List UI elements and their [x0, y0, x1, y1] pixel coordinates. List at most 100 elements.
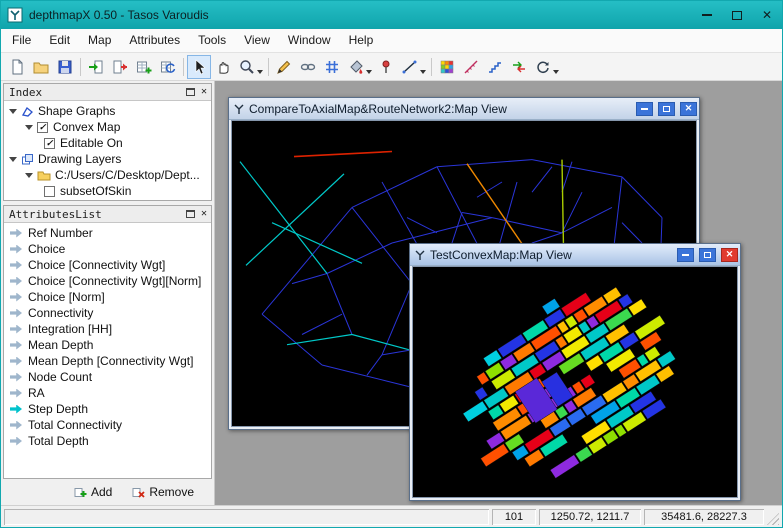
attribute-item[interactable]: Choice: [4, 241, 211, 257]
select-cursor-icon: [191, 59, 207, 75]
resize-grip[interactable]: [767, 513, 779, 525]
attribute-arrow-icon: [10, 341, 22, 350]
child-maximize-button[interactable]: [699, 248, 716, 262]
export-map-button[interactable]: [108, 55, 132, 79]
toolbar-separator: [431, 58, 432, 76]
menu-view[interactable]: View: [235, 29, 279, 52]
attribute-item[interactable]: Integration [HH]: [4, 321, 211, 337]
link-tool-button[interactable]: [507, 55, 531, 79]
attribute-item[interactable]: Total Connectivity: [4, 417, 211, 433]
tree-item-convex-map[interactable]: ✓ Convex Map: [4, 119, 211, 135]
attribute-arrow-icon: [10, 277, 22, 286]
attribute-item-selected[interactable]: Step Depth: [4, 401, 211, 417]
tree-item-shape-graphs[interactable]: Shape Graphs: [4, 103, 211, 119]
index-close-icon[interactable]: ✕: [201, 87, 207, 97]
chevron-down-icon[interactable]: [9, 109, 17, 114]
tree-item-editable-on[interactable]: ✓ Editable On: [4, 135, 211, 151]
add-icon: [74, 486, 87, 499]
attribute-item[interactable]: Choice [Connectivity Wgt][Norm]: [4, 273, 211, 289]
attribute-item[interactable]: Connectivity: [4, 305, 211, 321]
save-file-button[interactable]: [53, 55, 77, 79]
depthmapx-app-window: depthmapX 0.50 - Tasos Varoudis ✕ File E…: [0, 0, 783, 528]
attributes-close-icon[interactable]: ✕: [201, 209, 207, 219]
menu-edit[interactable]: Edit: [40, 29, 79, 52]
attribute-arrow-icon: [10, 261, 22, 270]
minimize-button[interactable]: [692, 1, 722, 29]
editable-checkbox[interactable]: ✓: [44, 138, 55, 149]
tree-label: Shape Graphs: [38, 104, 115, 118]
attribute-item[interactable]: Mean Depth [Connectivity Wgt]: [4, 353, 211, 369]
zoom-tool-button[interactable]: [235, 55, 259, 79]
add-attribute-button[interactable]: Add: [74, 485, 112, 499]
update-column-button[interactable]: [156, 55, 180, 79]
menu-help[interactable]: Help: [340, 29, 383, 52]
attribute-item[interactable]: RA: [4, 385, 211, 401]
child-minimize-button[interactable]: [636, 102, 653, 116]
drag-tool-button[interactable]: [211, 55, 235, 79]
mdi-workspace: CompareToAxialMap&RouteNetwork2:Map View…: [215, 81, 782, 505]
select-tool-button[interactable]: [187, 55, 211, 79]
child-minimize-button[interactable]: [677, 248, 694, 262]
index-panel-title: Index: [9, 86, 42, 99]
rotate-tool-button[interactable]: [531, 55, 555, 79]
rotate-dropdown-caret[interactable]: [553, 70, 559, 74]
import-map-button[interactable]: [84, 55, 108, 79]
attribute-item[interactable]: Choice [Connectivity Wgt]: [4, 257, 211, 273]
child-close-button[interactable]: ✕: [721, 248, 738, 262]
tree-item-drawing-layers[interactable]: Drawing Layers: [4, 151, 211, 167]
add-column-button[interactable]: [132, 55, 156, 79]
measure-tool-button[interactable]: [459, 55, 483, 79]
attribute-palette-button[interactable]: [435, 55, 459, 79]
new-file-button[interactable]: [5, 55, 29, 79]
child-title-bar[interactable]: CompareToAxialMap&RouteNetwork2:Map View…: [229, 98, 699, 120]
tree-label: subsetOfSkin: [60, 184, 131, 198]
chevron-down-icon[interactable]: [25, 173, 33, 178]
attribute-item[interactable]: Ref Number: [4, 225, 211, 241]
open-file-button[interactable]: [29, 55, 53, 79]
status-count: 101: [492, 509, 536, 525]
zoom-dropdown-caret[interactable]: [257, 70, 263, 74]
attribute-arrow-icon: [10, 389, 22, 398]
menu-map[interactable]: Map: [79, 29, 120, 52]
fill-tool-button[interactable]: [344, 55, 368, 79]
attribute-buttons-row: Add Remove: [3, 479, 212, 503]
index-float-icon[interactable]: [186, 88, 195, 96]
menu-bar: File Edit Map Attributes Tools View Wind…: [1, 29, 782, 53]
child-maximize-button[interactable]: [658, 102, 675, 116]
map-view-window-convex[interactable]: TestConvexMap:Map View ✕: [409, 243, 741, 501]
menu-attributes[interactable]: Attributes: [120, 29, 189, 52]
join-tool-button[interactable]: [296, 55, 320, 79]
tree-label: Drawing Layers: [38, 152, 121, 166]
pencil-icon: [276, 59, 292, 75]
convex-map-canvas[interactable]: [412, 266, 738, 498]
chevron-down-icon[interactable]: [25, 125, 33, 130]
menu-window[interactable]: Window: [279, 29, 340, 52]
attribute-item[interactable]: Mean Depth: [4, 337, 211, 353]
menu-tools[interactable]: Tools: [189, 29, 235, 52]
attribute-item[interactable]: Total Depth: [4, 433, 211, 449]
minimize-icon: [682, 254, 689, 256]
maximize-button[interactable]: [722, 1, 752, 29]
close-button[interactable]: ✕: [752, 1, 782, 29]
step-depth-tool-button[interactable]: [483, 55, 507, 79]
map-view-icon: [233, 103, 245, 115]
line-dropdown-caret[interactable]: [420, 70, 426, 74]
subset-checkbox[interactable]: [44, 186, 55, 197]
child-close-button[interactable]: ✕: [680, 102, 697, 116]
pin-tool-button[interactable]: [374, 55, 398, 79]
menu-file[interactable]: File: [3, 29, 40, 52]
chevron-down-icon[interactable]: [9, 157, 17, 162]
remove-attribute-button[interactable]: Remove: [132, 485, 194, 499]
tree-item-drawing-file[interactable]: C:/Users/C/Desktop/Dept...: [4, 167, 211, 183]
attributes-float-icon[interactable]: [186, 210, 195, 218]
line-tool-button[interactable]: [398, 55, 422, 79]
pan-hand-icon: [215, 59, 231, 75]
child-title-bar[interactable]: TestConvexMap:Map View ✕: [410, 244, 740, 266]
tree-item-subset-layer[interactable]: subsetOfSkin: [4, 183, 211, 199]
grid-tool-button[interactable]: [320, 55, 344, 79]
convex-map-checkbox[interactable]: ✓: [37, 122, 48, 133]
pencil-tool-button[interactable]: [272, 55, 296, 79]
fill-dropdown-caret[interactable]: [366, 70, 372, 74]
attribute-item[interactable]: Node Count: [4, 369, 211, 385]
attribute-item[interactable]: Choice [Norm]: [4, 289, 211, 305]
